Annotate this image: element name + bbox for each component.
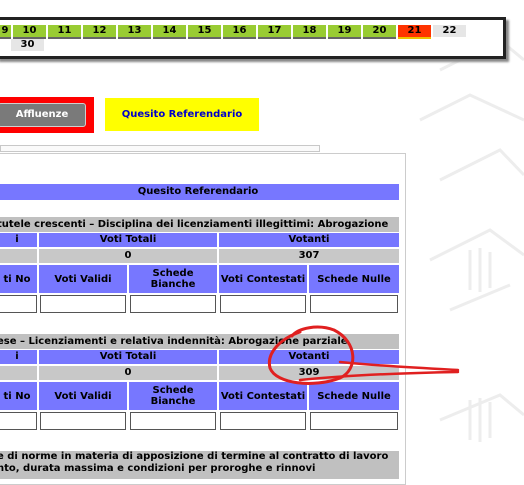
question-1-voti-no-header: ti No [0, 265, 37, 293]
question-1-votanti-header: Votanti [219, 233, 399, 247]
question-2-votanti-header: Votanti [219, 350, 399, 364]
question-2-voti-validi-input[interactable] [40, 412, 126, 430]
day-21-link[interactable]: 21 [398, 25, 431, 39]
question-1-voti-contestati-header: Voti Contestati [219, 265, 307, 293]
quesito-referendario-button[interactable]: Quesito Referendario [105, 98, 259, 131]
question-1-title: tutele crescenti – Disciplina dei licenz… [0, 217, 399, 232]
day-17-link[interactable]: 17 [258, 25, 291, 39]
day-row-2: 30 [11, 39, 46, 51]
question-1-voti-validi-header: Voti Validi [39, 265, 127, 293]
panel-header: Quesito Referendario [0, 184, 399, 200]
question-2-votanti-value: 309 [219, 366, 399, 380]
question-1-col-header-i: i [0, 233, 37, 247]
day-14-link[interactable]: 14 [153, 25, 186, 39]
day-13-link[interactable]: 13 [118, 25, 151, 39]
question-3-title-line-1: e di norme in materia di apposizione di … [0, 451, 389, 462]
day-22-link[interactable]: 22 [433, 25, 466, 37]
day-16-link[interactable]: 16 [223, 25, 256, 39]
question-2-voti-no-header: ti No [0, 382, 37, 410]
affluenze-button[interactable]: Affluenze [0, 103, 86, 127]
question-2-voti-totali-header: Voti Totali [39, 350, 217, 364]
question-1-schede-bianche-header: Schede Bianche [129, 265, 217, 293]
question-1-voti-validi-input[interactable] [40, 295, 126, 313]
question-3-title: e di norme in materia di apposizione di … [0, 451, 399, 479]
question-2-schede-bianche-input[interactable] [130, 412, 216, 430]
question-1-voti-totali-header: Voti Totali [39, 233, 217, 247]
day-selector: 9 10 11 12 13 14 15 16 17 18 19 20 21 22 30 [0, 17, 506, 59]
question-2-col-header-i: i [0, 350, 37, 364]
day-18-link[interactable]: 18 [293, 25, 326, 39]
question-2-val-i [0, 366, 37, 380]
question-2-voti-contestati-input[interactable] [220, 412, 306, 430]
question-3-title-line-2: nto, durata massima e condizioni per pro… [0, 463, 316, 474]
question-1-votanti-value: 307 [219, 249, 399, 263]
question-2-voti-no-input[interactable] [0, 412, 37, 430]
day-30-link[interactable]: 30 [11, 39, 44, 51]
question-2-voti-validi-header: Voti Validi [39, 382, 127, 410]
question-2-schede-nulle-input[interactable] [310, 412, 398, 430]
question-1-voti-no-input[interactable] [0, 295, 37, 313]
affluenze-button-frame: Affluenze [0, 97, 94, 133]
day-20-link[interactable]: 20 [363, 25, 396, 39]
question-1-voti-contestati-input[interactable] [220, 295, 306, 313]
question-1-schede-nulle-header: Schede Nulle [309, 265, 399, 293]
results-panel: Quesito Referendario tutele crescenti – … [0, 153, 406, 485]
separator-bar [0, 145, 320, 152]
day-11-link[interactable]: 11 [48, 25, 81, 39]
day-9-link[interactable]: 9 [0, 25, 11, 39]
question-2-schede-nulle-header: Schede Nulle [309, 382, 399, 410]
question-1-val-i [0, 249, 37, 263]
question-2-voti-contestati-header: Voti Contestati [219, 382, 307, 410]
question-2-schede-bianche-header: Schede Bianche [129, 382, 217, 410]
day-row-1: 9 10 11 12 13 14 15 16 17 18 19 20 21 22 [0, 25, 468, 39]
question-1-schede-bianche-input[interactable] [130, 295, 216, 313]
question-1-schede-nulle-input[interactable] [310, 295, 398, 313]
day-19-link[interactable]: 19 [328, 25, 361, 39]
day-12-link[interactable]: 12 [83, 25, 116, 39]
day-10-link[interactable]: 10 [13, 25, 46, 39]
question-2-voti-totali-value: 0 [39, 366, 217, 380]
question-1-voti-totali-value: 0 [39, 249, 217, 263]
question-2-title: ese – Licenziamenti e relativa indennità… [0, 334, 399, 349]
day-15-link[interactable]: 15 [188, 25, 221, 39]
